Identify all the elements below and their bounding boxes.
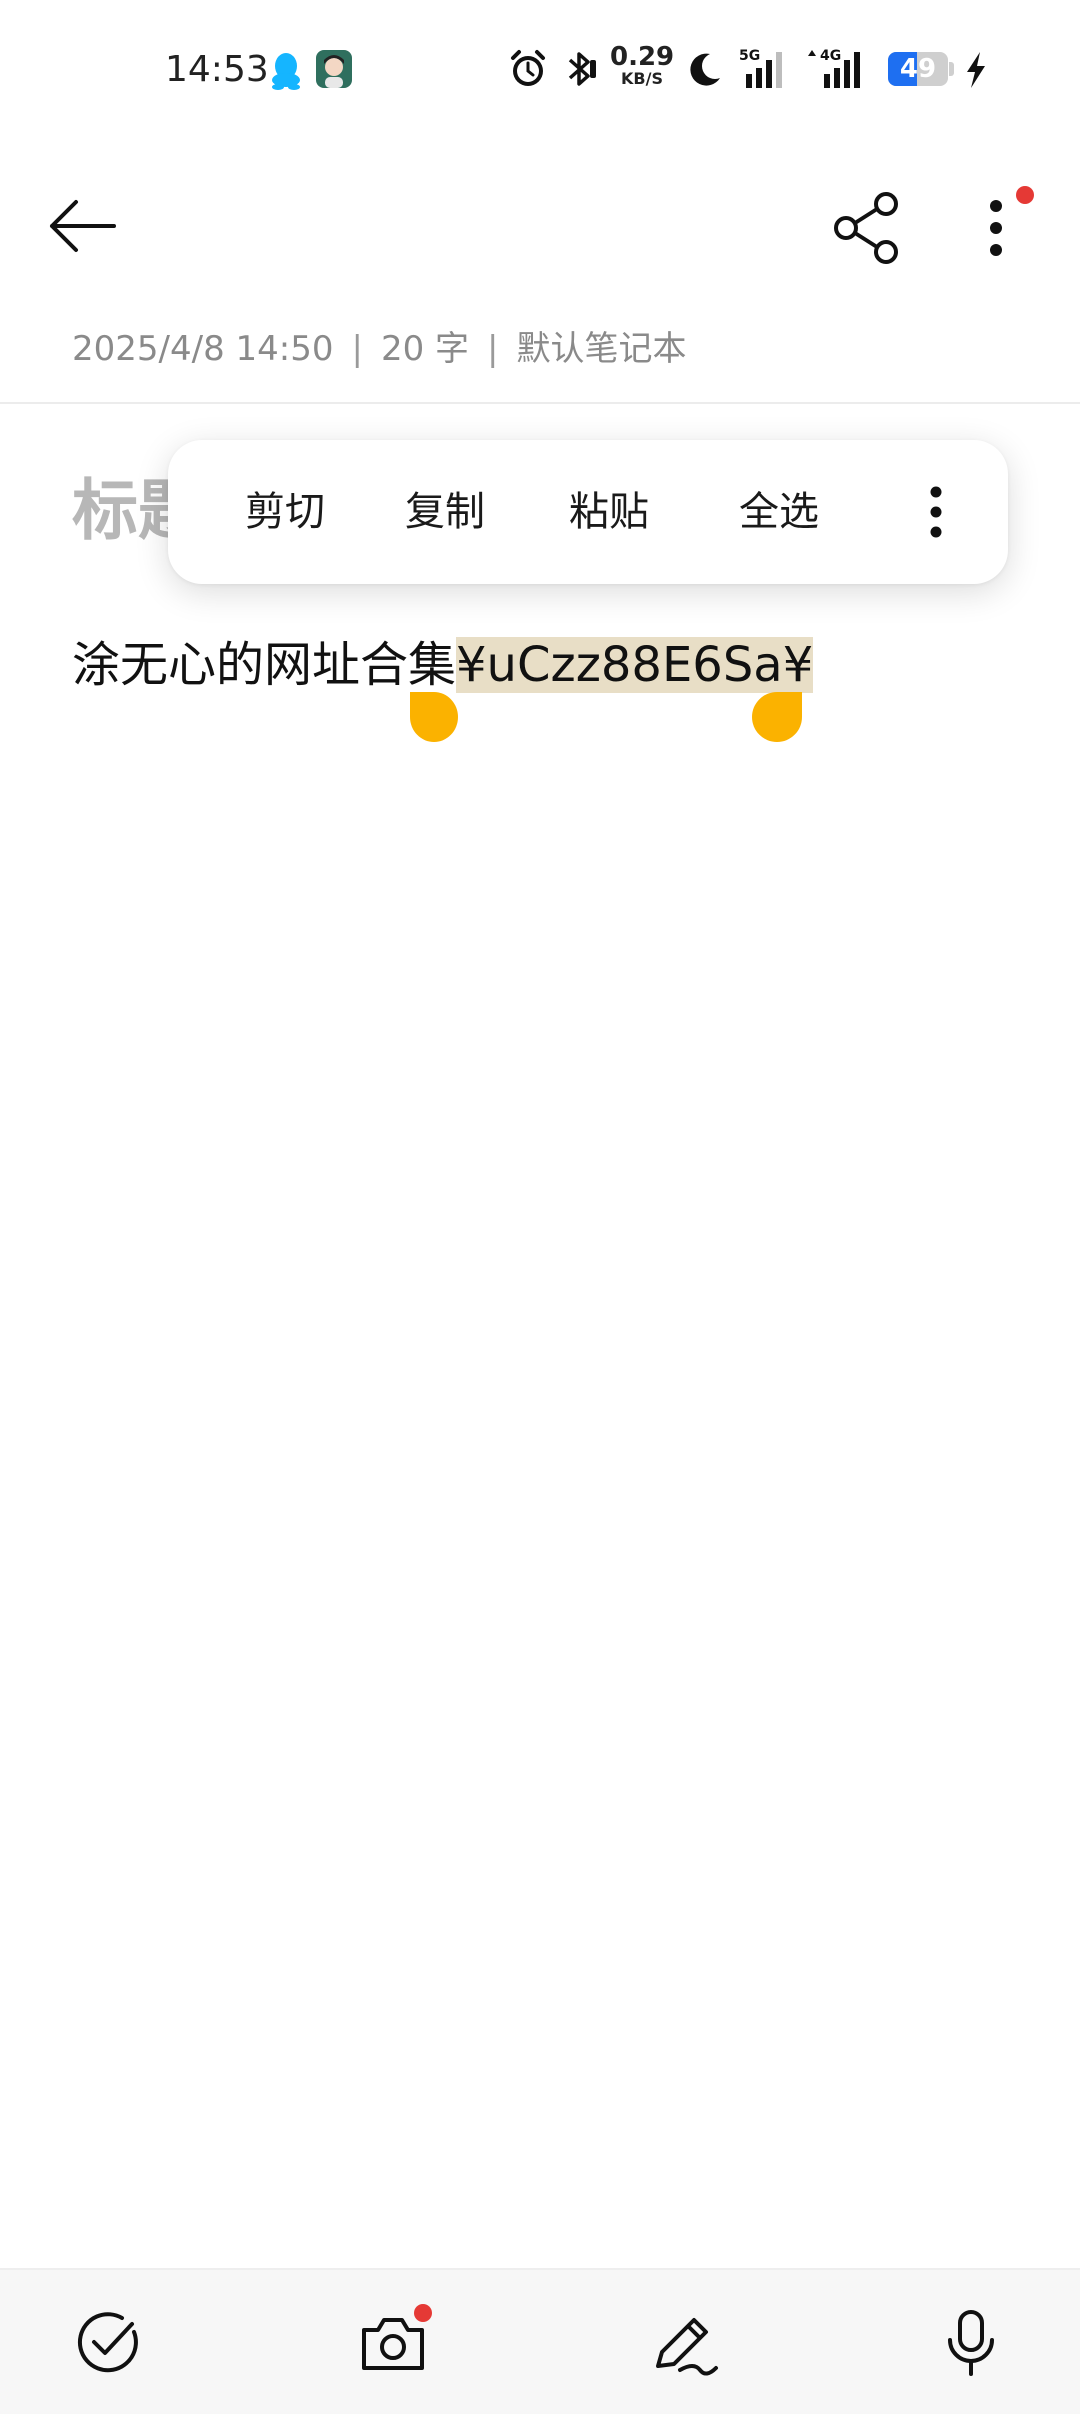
select-all-button[interactable]: 全选 <box>714 440 844 584</box>
more-vertical-icon <box>990 200 1002 256</box>
share-icon <box>834 192 898 264</box>
bluetooth-icon <box>562 48 598 90</box>
notebook-name[interactable]: 默认笔记本 <box>517 329 687 369</box>
battery-icon: 49 <box>888 52 956 86</box>
share-button[interactable] <box>830 190 906 266</box>
battery-level: 49 <box>899 54 937 84</box>
meta-separator: | <box>351 329 363 369</box>
back-arrow-icon <box>50 200 116 252</box>
meta-separator: | <box>487 329 499 369</box>
network-speed: 0.29 KB/S <box>610 44 674 87</box>
word-count: 20 字 <box>380 329 470 369</box>
notification-dot <box>1016 186 1034 204</box>
cut-button[interactable]: 剪切 <box>220 440 350 584</box>
selection-handle-end[interactable] <box>752 692 802 742</box>
back-button[interactable] <box>40 190 130 262</box>
signal-4g-label: 4G <box>820 48 841 64</box>
paste-button[interactable]: 粘贴 <box>544 440 674 584</box>
signal-icon: 4G <box>804 46 876 90</box>
status-time: 14:53 <box>165 49 269 90</box>
alarm-icon <box>508 48 548 90</box>
status-bar: 14:53 0.29 KB/S 5G 4G 49 <box>0 0 1080 140</box>
handwriting-button[interactable] <box>650 2308 720 2378</box>
microphone-icon <box>948 2310 994 2376</box>
app-avatar-icon <box>316 50 352 88</box>
notification-dot <box>414 2304 432 2322</box>
divider <box>0 402 1080 404</box>
note-body[interactable]: 涂无心的网址合集¥uCzz88E6Sa¥ <box>72 628 814 702</box>
bottom-toolbar <box>0 2268 1080 2414</box>
selection-handle-start[interactable] <box>410 692 458 742</box>
note-meta: 2025/4/8 14:50 | 20 字 | 默认笔记本 <box>72 326 687 372</box>
signal-icon: 5G <box>738 46 794 90</box>
checklist-icon <box>77 2312 138 2373</box>
network-speed-unit: KB/S <box>621 69 663 88</box>
charging-icon <box>962 50 990 90</box>
menu-more-button[interactable] <box>908 484 964 540</box>
note-date: 2025/4/8 14:50 <box>72 329 334 369</box>
voice-input-button[interactable] <box>936 2308 1006 2378</box>
moon-icon <box>684 48 724 90</box>
body-text[interactable]: 涂无心的网址合集 <box>72 637 456 693</box>
qq-icon <box>268 50 304 90</box>
copy-button[interactable]: 复制 <box>380 440 510 584</box>
text-selection-menu: 剪切 复制 粘贴 全选 <box>168 440 1008 584</box>
more-vertical-icon <box>930 486 942 538</box>
selected-text[interactable]: ¥uCzz88E6Sa¥ <box>456 637 814 693</box>
signal-5g-label: 5G <box>739 48 760 64</box>
network-speed-value: 0.29 <box>610 42 675 72</box>
more-options-button[interactable] <box>966 190 1026 266</box>
checklist-button[interactable] <box>74 2308 144 2378</box>
pen-icon <box>656 2318 718 2376</box>
